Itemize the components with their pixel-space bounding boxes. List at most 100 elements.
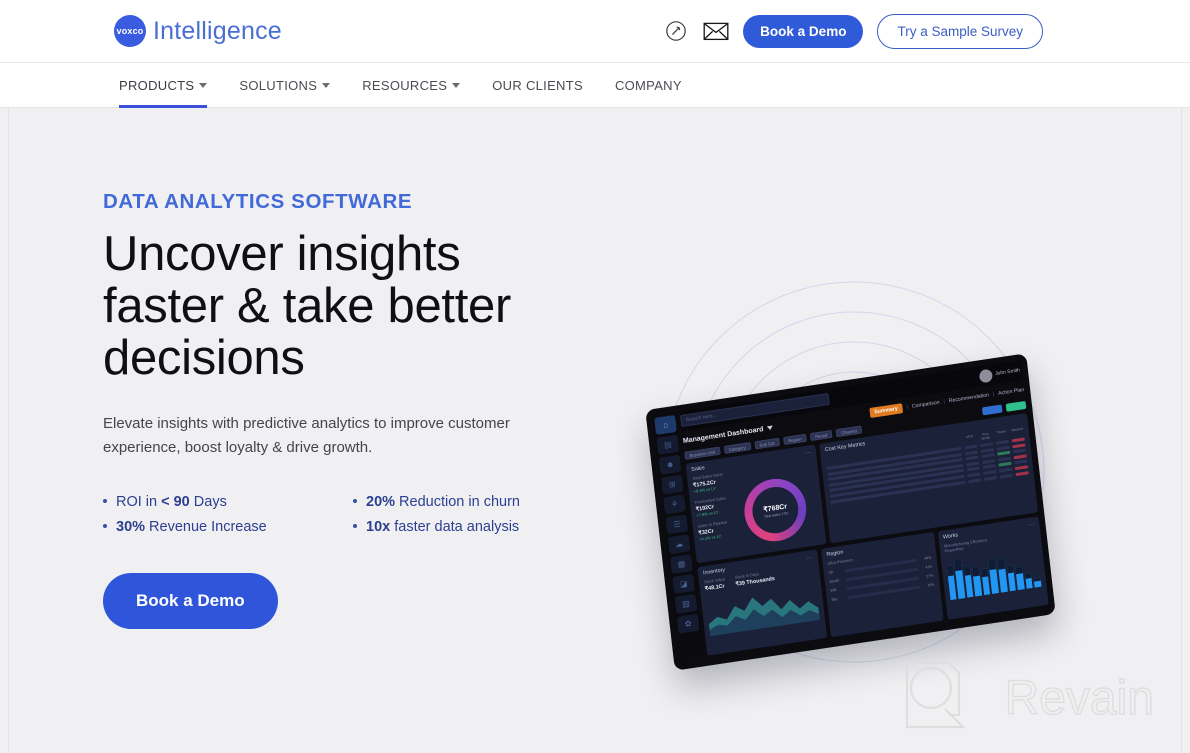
- chevron-down-icon[interactable]: [767, 425, 774, 431]
- column-header: Target: [996, 429, 1006, 435]
- nav-label: SOLUTIONS: [239, 77, 318, 93]
- bar: [1033, 577, 1042, 588]
- hero-copy: DATA ANALYTICS SOFTWARE Uncover insights…: [103, 190, 573, 629]
- logo-text: Intelligence: [153, 16, 282, 45]
- bullet-strong: 30%: [116, 519, 146, 535]
- apply-button[interactable]: [981, 404, 1003, 416]
- filter-chip[interactable]: Period: [809, 429, 833, 442]
- region-value: 27%: [926, 573, 934, 579]
- bullet-dot-icon: [353, 499, 357, 503]
- column-header: Variance: [1010, 426, 1024, 433]
- phone-icon[interactable]: [663, 18, 689, 44]
- chevron-down-icon: [452, 83, 461, 88]
- nav-label: OUR CLIENTS: [492, 77, 583, 93]
- more-options-icon[interactable]: ⋯: [805, 449, 812, 457]
- avatar: [978, 368, 993, 383]
- revain-logo-icon: [905, 661, 966, 729]
- region-value: 16%: [927, 582, 935, 588]
- more-options-icon[interactable]: ⋯: [806, 554, 814, 562]
- bullet-post: Reduction in churn: [395, 494, 520, 510]
- column-header: Prev Month: [981, 431, 991, 441]
- column-header: MTD: [966, 434, 974, 440]
- bullet-post: Revenue Increase: [145, 519, 267, 535]
- panel-region: Region Ultra Premium UP 48% South 41% WB…: [820, 532, 944, 638]
- bullet-dot-icon: [103, 524, 107, 528]
- filter-chip[interactable]: Channel: [835, 425, 862, 438]
- filter-chip[interactable]: Business Unit: [684, 446, 721, 460]
- list-item: 20% Reduction in churn: [353, 494, 573, 510]
- donut-center: ₹768Cr Total Sales YTD: [750, 483, 801, 537]
- envelope-icon[interactable]: [703, 18, 729, 44]
- chevron-down-icon: [199, 83, 208, 88]
- nav-item-our-clients[interactable]: OUR CLIENTS: [492, 63, 598, 108]
- panel-works: ⋯ Works Manufacturing Efficiency PowerPl…: [937, 516, 1049, 620]
- cloud-icon[interactable]: ☁: [667, 534, 691, 555]
- hero-benefit-list: ROI in < 90 Days 20% Reduction in churn …: [103, 494, 573, 535]
- users-icon[interactable]: ☻: [658, 454, 682, 475]
- filter-chip[interactable]: Category: [723, 442, 752, 455]
- bar: [997, 558, 1008, 593]
- region-label: South: [829, 578, 840, 585]
- dashboard-icon[interactable]: ▤: [656, 434, 680, 455]
- bullet-dot-icon: [353, 524, 357, 528]
- region-label: Guj: [831, 597, 838, 603]
- bar: [1015, 566, 1025, 591]
- chart-icon[interactable]: ◪: [672, 573, 696, 594]
- bullet-strong: < 90: [161, 494, 190, 510]
- analytics-icon[interactable]: ⚘: [663, 494, 686, 515]
- hero-subheading: Elevate insights with predictive analyti…: [103, 415, 510, 456]
- panel-inventory: ⋯ Inventory Stock Value ₹48.1Cr Stock in…: [697, 549, 827, 656]
- nav-item-solutions[interactable]: SOLUTIONS: [239, 63, 345, 108]
- voxco-badge-icon: voxco: [114, 15, 146, 47]
- region-value: 41%: [925, 564, 933, 570]
- bullet-strong: 10x: [366, 519, 391, 535]
- nav-item-company[interactable]: COMPANY: [615, 63, 697, 108]
- user-name: John Smith: [994, 367, 1021, 378]
- bullet-post: Days: [189, 494, 227, 510]
- list-item: ROI in < 90 Days: [103, 494, 353, 510]
- watermark-text: Revain: [1004, 671, 1155, 725]
- hero-page: voxco Intelligence Book a Demo Try a Sam…: [0, 0, 1190, 753]
- nav-item-resources[interactable]: RESOURCES: [362, 63, 475, 108]
- tab-separator: |: [943, 398, 946, 406]
- bullet-post: faster data analysis: [390, 519, 520, 535]
- folder-icon[interactable]: ▧: [674, 593, 698, 614]
- tab-separator: |: [906, 404, 909, 411]
- nav-label: COMPANY: [614, 77, 682, 93]
- book-demo-button-header[interactable]: Book a Demo: [743, 14, 864, 48]
- home-icon[interactable]: ⌂: [654, 414, 677, 435]
- region-label: WB: [830, 588, 837, 594]
- nav-label: PRODUCTS: [119, 77, 195, 93]
- settings-icon[interactable]: ✿: [676, 613, 700, 634]
- works-bar-chart: [945, 543, 1042, 601]
- calendar-icon[interactable]: ▦: [670, 554, 693, 575]
- nav-item-products[interactable]: PRODUCTS: [119, 63, 222, 108]
- report-icon[interactable]: ☰: [665, 514, 689, 535]
- bullet-pre: ROI in: [116, 494, 162, 510]
- hero-section: DATA ANALYTICS SOFTWARE Uncover insights…: [0, 108, 1190, 753]
- top-bar-actions: Book a Demo Try a Sample Survey: [663, 13, 1043, 49]
- list-item: 10x faster data analysis: [353, 519, 573, 535]
- tab-recommendation[interactable]: Recommendation: [948, 392, 989, 404]
- hero-eyebrow: DATA ANALYTICS SOFTWARE: [103, 190, 413, 213]
- grid-icon[interactable]: ⊞: [661, 474, 684, 495]
- tab-comparison[interactable]: Comparison: [912, 400, 940, 410]
- try-sample-survey-button[interactable]: Try a Sample Survey: [877, 13, 1043, 49]
- chevron-down-icon: [322, 83, 331, 88]
- filter-chip[interactable]: Sub Cat: [754, 437, 780, 450]
- site-logo[interactable]: voxco Intelligence: [114, 15, 282, 47]
- user-menu[interactable]: John Smith: [978, 364, 1023, 383]
- book-demo-button-hero[interactable]: Book a Demo: [103, 573, 278, 629]
- filter-chip[interactable]: Region: [782, 433, 807, 446]
- hero-illustration: ⌂ ▤ ☻ ⊞ ⚘ ☰ ☁ ▦ ◪ ▧ ✿ Search here... Joh…: [612, 216, 1112, 716]
- more-options-icon[interactable]: ⋯: [1028, 521, 1035, 529]
- main-navigation: PRODUCTS SOLUTIONS RESOURCES OUR CLIENTS…: [0, 63, 1190, 108]
- reset-button[interactable]: [1005, 400, 1027, 412]
- bar: [1024, 573, 1034, 590]
- tab-separator: |: [992, 391, 995, 398]
- tab-action-plan[interactable]: Action Plan: [998, 387, 1025, 397]
- nav-label: RESOURCES: [362, 77, 448, 93]
- tab-summary[interactable]: Summary: [868, 403, 904, 419]
- bullet-dot-icon: [103, 499, 107, 503]
- region-label: UP: [828, 570, 834, 576]
